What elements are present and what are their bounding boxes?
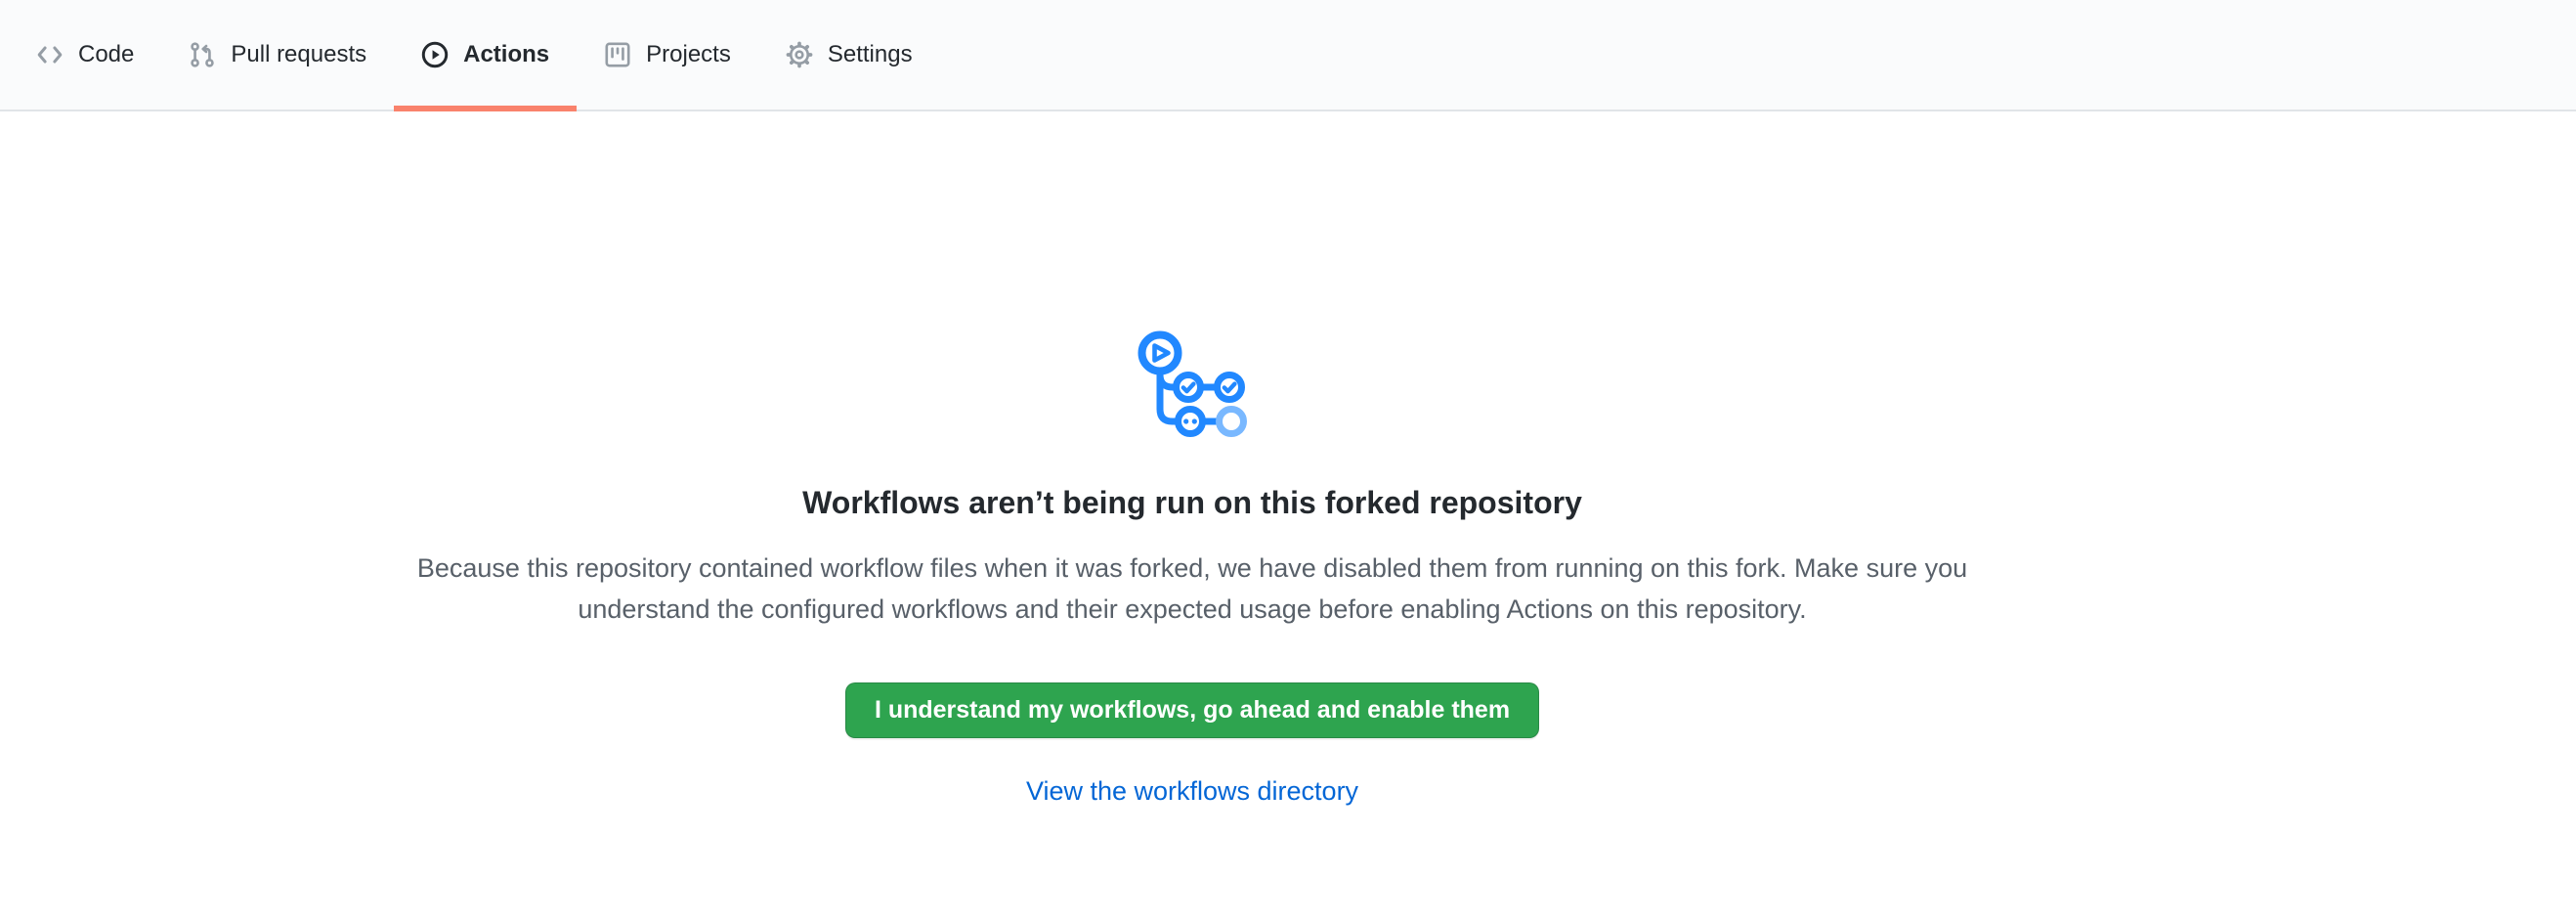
tab-label: Pull requests xyxy=(231,41,366,68)
blankslate-heading: Workflows aren’t being run on this forke… xyxy=(802,483,1582,522)
workflow-graph-icon xyxy=(1137,330,1248,438)
tab-label: Actions xyxy=(463,41,549,68)
actions-blankslate: Workflows aren’t being run on this forke… xyxy=(0,113,2384,812)
tab-pull-requests[interactable]: Pull requests xyxy=(161,0,394,110)
workflows-directory-link[interactable]: View the workflows directory xyxy=(1026,770,1358,812)
code-icon xyxy=(36,41,64,68)
gear-icon xyxy=(786,41,813,68)
tab-projects[interactable]: Projects xyxy=(577,0,758,110)
tab-settings[interactable]: Settings xyxy=(758,0,940,110)
project-board-icon xyxy=(604,41,631,68)
active-tab-underline xyxy=(394,106,577,111)
enable-workflows-button[interactable]: I understand my workflows, go ahead and … xyxy=(845,682,1539,738)
tab-actions[interactable]: Actions xyxy=(394,0,577,110)
tab-code[interactable]: Code xyxy=(9,0,161,110)
git-pull-request-icon xyxy=(189,41,216,68)
tab-label: Settings xyxy=(828,41,913,68)
tab-label: Projects xyxy=(646,41,731,68)
tab-label: Code xyxy=(78,41,134,68)
repo-tab-bar: Code Pull requests Actions xyxy=(0,0,2576,111)
blankslate-description: Because this repository contained workfl… xyxy=(396,548,1989,630)
play-circle-icon xyxy=(421,41,449,68)
